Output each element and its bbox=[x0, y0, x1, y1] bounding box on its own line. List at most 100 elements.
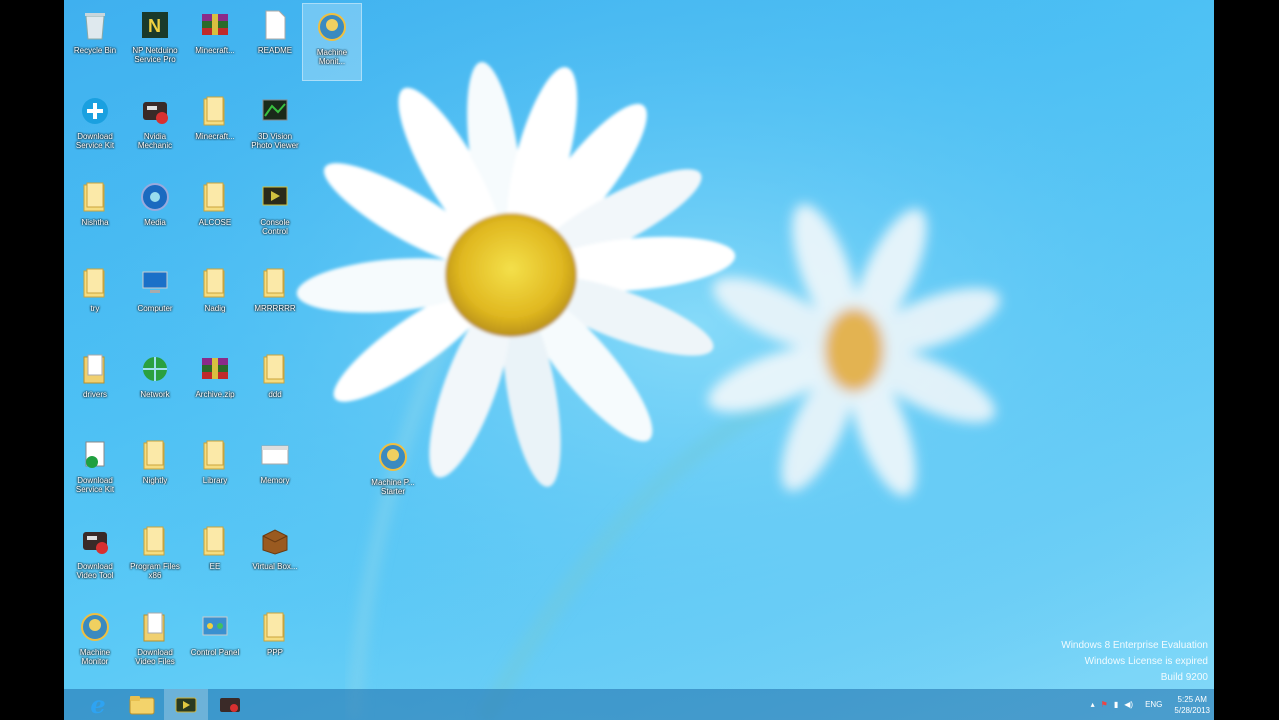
desktop-icon[interactable]: Computer bbox=[126, 260, 184, 336]
folder-icon bbox=[138, 438, 172, 472]
desktop-icon-label: MRRRRRR bbox=[254, 304, 296, 313]
desktop-icon[interactable]: Recycle Bin bbox=[66, 2, 124, 78]
video-app-taskbar-button[interactable] bbox=[164, 689, 208, 720]
desktop-icon[interactable]: Nadig bbox=[186, 260, 244, 336]
desktop-icon[interactable]: ddd bbox=[246, 346, 304, 422]
folder-icon bbox=[78, 266, 112, 300]
desktop-icon-label: Memory bbox=[260, 476, 290, 485]
desktop-icon-label: Archive.zip bbox=[195, 390, 235, 399]
desktop-icon[interactable]: Machine Monitor bbox=[66, 604, 124, 680]
desktop-icon-label: 3D Vision Photo Viewer bbox=[251, 132, 299, 150]
clock-date: 5/28/2013 bbox=[1174, 705, 1210, 715]
media-app-icon bbox=[138, 180, 172, 214]
desktop-icon[interactable]: PPP bbox=[246, 604, 304, 680]
folder-icon bbox=[198, 524, 232, 558]
desktop-icon-label: Minecraft... bbox=[195, 46, 235, 55]
desktop-icon-label: PPP bbox=[266, 648, 283, 657]
disc-app-icon bbox=[376, 440, 410, 474]
desktop-icon-label: Library bbox=[202, 476, 228, 485]
show-hidden-icons-icon[interactable]: ▴ bbox=[1091, 700, 1095, 709]
desktop-icon[interactable]: try bbox=[66, 260, 124, 336]
internet-explorer-icon: e bbox=[90, 690, 106, 719]
desktop-icon-label: Nishtha bbox=[81, 218, 109, 227]
desktop-icon-label: Machine P... Starter bbox=[371, 478, 415, 496]
desktop-icon-label: Nadig bbox=[204, 304, 226, 313]
watermark-license: Windows License is expired bbox=[1084, 656, 1208, 667]
app-n-icon: N bbox=[138, 8, 172, 42]
disc-app-icon bbox=[315, 10, 349, 44]
recycle-icon bbox=[78, 8, 112, 42]
desktop-icon[interactable]: Archive.zip bbox=[186, 346, 244, 422]
desktop-screen: Recycle Bin N NP Netduino Service Pro Minec… bbox=[64, 0, 1214, 720]
internet-explorer-taskbar-button[interactable]: e bbox=[76, 689, 120, 720]
language-indicator[interactable]: ENG bbox=[1145, 700, 1162, 709]
desktop-icon[interactable]: Nishtha bbox=[66, 174, 124, 250]
desktop-icon-label: Download Service Kit bbox=[75, 132, 115, 150]
desktop-icon[interactable]: Virtual Box... bbox=[246, 518, 304, 594]
folder-icon bbox=[198, 94, 232, 128]
volume-icon[interactable]: ◀) bbox=[1124, 700, 1133, 709]
desktop-icon-label: README bbox=[257, 46, 293, 55]
folder-doc-icon bbox=[138, 610, 172, 644]
action-center-flag-icon[interactable]: ⚑ bbox=[1101, 700, 1108, 709]
clock-time: 5:25 AM bbox=[1177, 694, 1207, 704]
desktop-icon-label: Machine Monitor bbox=[79, 648, 111, 666]
desktop-icon-label: Network bbox=[140, 390, 170, 399]
watermark-build: Build 9200 bbox=[1160, 672, 1208, 683]
folder-doc-icon bbox=[78, 352, 112, 386]
watermark-edition: Windows 8 Enterprise Evaluation bbox=[1061, 640, 1208, 651]
file-explorer-taskbar-button[interactable] bbox=[120, 689, 164, 720]
console-app-icon bbox=[258, 180, 292, 214]
desktop-icon-label: Nvidia Mechanic bbox=[137, 132, 173, 150]
desktop-icon[interactable]: Program Files x86 bbox=[126, 518, 184, 594]
folder-icon bbox=[258, 266, 292, 300]
computer-icon bbox=[138, 266, 172, 300]
desktop-icon[interactable]: Console Control bbox=[246, 174, 304, 250]
desktop-icon[interactable]: Download Service Kit bbox=[66, 432, 124, 508]
desktop-icon[interactable]: Library bbox=[186, 432, 244, 508]
desktop-icon[interactable]: EE bbox=[186, 518, 244, 594]
tools-app-icon bbox=[220, 697, 240, 712]
desktop-icon[interactable]: Network bbox=[126, 346, 184, 422]
svg-text:N: N bbox=[148, 16, 161, 36]
desktop-icon[interactable]: ALCOSE bbox=[186, 174, 244, 250]
desktop-icon[interactable]: N NP Netduino Service Pro bbox=[126, 2, 184, 78]
tools-app-taskbar-button[interactable] bbox=[208, 689, 252, 720]
desktop-icon[interactable]: Media bbox=[126, 174, 184, 250]
viewer-app-icon bbox=[258, 94, 292, 128]
desktop-icon-label: ALCOSE bbox=[198, 218, 232, 227]
desktop-icon[interactable]: 3D Vision Photo Viewer bbox=[246, 88, 304, 164]
desktop-icon[interactable]: Nightly bbox=[126, 432, 184, 508]
desktop-icon-label: Recycle Bin bbox=[73, 46, 117, 55]
desktop-icon[interactable]: Machine P... Starter bbox=[364, 434, 422, 510]
desktop-icon[interactable]: Download Video Tool bbox=[66, 518, 124, 594]
desktop-icon-label: Control Panel bbox=[190, 648, 240, 657]
folder-icon bbox=[198, 266, 232, 300]
desktop-icon[interactable]: Control Panel bbox=[186, 604, 244, 680]
system-tray: ▴ ⚑ ▮ ◀) ENG 5:25 AM 5/28/2013 bbox=[1091, 689, 1210, 720]
desktop-icon[interactable]: Machine Monit... bbox=[302, 3, 362, 81]
desktop-icon[interactable]: Nvidia Mechanic bbox=[126, 88, 184, 164]
archive-icon bbox=[198, 8, 232, 42]
control-icon bbox=[198, 610, 232, 644]
clock[interactable]: 5:25 AM 5/28/2013 bbox=[1174, 694, 1210, 716]
desktop-icon-label: Nightly bbox=[142, 476, 168, 485]
network-icon[interactable]: ▮ bbox=[1114, 700, 1118, 709]
file-icon bbox=[258, 8, 292, 42]
desktop-icon[interactable]: Minecraft... bbox=[186, 88, 244, 164]
desktop-icon[interactable]: Minecraft... bbox=[186, 2, 244, 78]
folder-icon bbox=[198, 180, 232, 214]
desktop-icon[interactable]: Download Video Files bbox=[126, 604, 184, 680]
desktop-icon-label: Virtual Box... bbox=[252, 562, 298, 571]
folder-icon bbox=[258, 610, 292, 644]
desktop-icon-label: NP Netduino Service Pro bbox=[132, 46, 178, 64]
desktop-icon[interactable]: Memory bbox=[246, 432, 304, 508]
folder-icon bbox=[198, 438, 232, 472]
desktop-icon[interactable]: drivers bbox=[66, 346, 124, 422]
desktop-icon[interactable]: Download Service Kit bbox=[66, 88, 124, 164]
desktop-icon[interactable]: MRRRRRR bbox=[246, 260, 304, 336]
tools-app-icon bbox=[78, 524, 112, 558]
desktop-icon-label: drivers bbox=[82, 390, 107, 399]
desktop-icon[interactable]: README bbox=[246, 2, 304, 78]
plus-app-icon bbox=[78, 94, 112, 128]
